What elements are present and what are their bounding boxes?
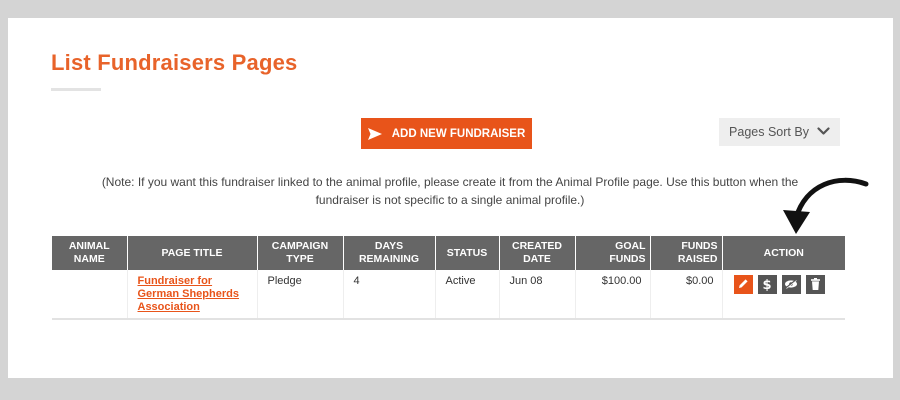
cell-campaign-type: Pledge xyxy=(257,270,344,320)
cell-actions: $ xyxy=(722,270,845,320)
cell-days-remaining: 4 xyxy=(343,270,436,320)
col-action: ACTION xyxy=(722,236,845,270)
toggle-visibility-button[interactable] xyxy=(781,275,801,294)
fundraisers-table: ANIMAL NAME PAGE TITLE CAMPAIGN TYPE DAY… xyxy=(52,236,845,320)
trash-icon xyxy=(810,277,820,292)
content-panel: List Fundraisers Pages ADD NEW FUNDRAISE… xyxy=(8,18,893,378)
col-goal-funds[interactable]: GOAL FUNDS xyxy=(575,236,651,270)
action-buttons: $ xyxy=(733,275,838,294)
cell-funds-raised: $0.00 xyxy=(650,270,723,320)
donate-button[interactable]: $ xyxy=(757,275,777,294)
info-note: (Note: If you want this fundraiser linke… xyxy=(101,175,799,207)
col-status[interactable]: STATUS xyxy=(435,236,500,270)
sort-label: Pages Sort By xyxy=(729,125,809,139)
col-animal-name[interactable]: ANIMAL NAME xyxy=(52,236,128,270)
col-page-title[interactable]: PAGE TITLE xyxy=(127,236,258,270)
svg-text:$: $ xyxy=(762,278,771,291)
add-new-fundraiser-button[interactable]: ADD NEW FUNDRAISER xyxy=(361,118,532,149)
cell-created-date: Jun 08 xyxy=(499,270,576,320)
cell-page-title: Fundraiser for German Shepherds Associat… xyxy=(127,270,258,320)
col-created-date[interactable]: CREATED DATE xyxy=(499,236,576,270)
col-funds-raised[interactable]: FUNDS RAISED xyxy=(650,236,723,270)
add-new-fundraiser-label: ADD NEW FUNDRAISER xyxy=(391,127,526,140)
page-title: List Fundraisers Pages xyxy=(51,50,298,75)
cell-status: Active xyxy=(435,270,500,320)
fundraiser-title-link[interactable]: Fundraiser for German Shepherds Associat… xyxy=(138,275,239,313)
title-underline xyxy=(51,88,101,91)
send-arrow-icon xyxy=(367,127,382,140)
dollar-icon: $ xyxy=(762,277,772,293)
edit-button[interactable] xyxy=(733,275,753,294)
pages-sort-by-dropdown[interactable]: Pages Sort By xyxy=(719,118,840,146)
cell-animal-name xyxy=(52,270,128,320)
table-header-row: ANIMAL NAME PAGE TITLE CAMPAIGN TYPE DAY… xyxy=(52,236,845,270)
table-row: Fundraiser for German Shepherds Associat… xyxy=(52,270,845,320)
pencil-icon xyxy=(738,278,749,291)
col-campaign-type[interactable]: CAMPAIGN TYPE xyxy=(257,236,344,270)
eye-slash-icon xyxy=(784,278,798,291)
col-days-remaining[interactable]: DAYS REMAINING xyxy=(343,236,436,270)
cell-goal-funds: $100.00 xyxy=(575,270,651,320)
curved-arrow-icon xyxy=(778,176,873,241)
chevron-down-icon xyxy=(817,125,830,139)
delete-button[interactable] xyxy=(805,275,825,294)
